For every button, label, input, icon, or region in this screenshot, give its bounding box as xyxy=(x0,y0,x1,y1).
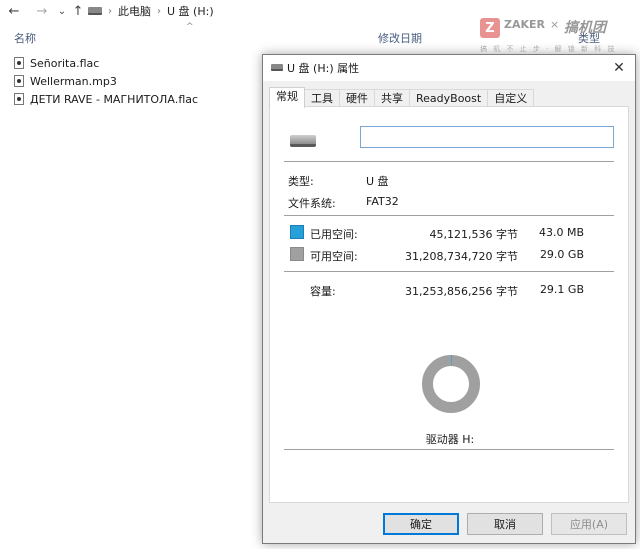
up-arrow-icon[interactable]: ↑ xyxy=(70,3,86,19)
divider xyxy=(284,215,614,216)
watermark-subtitle: 搞 机 不 止 步 · 解 锁 新 科 技 xyxy=(480,45,617,53)
zaker-logo-icon: Z xyxy=(480,18,500,38)
breadcrumb-separator-icon: › xyxy=(157,5,161,17)
apply-button[interactable]: 应用(A) xyxy=(551,513,627,535)
file-system-value: FAT32 xyxy=(366,195,399,208)
tab-general[interactable]: 常规 xyxy=(269,87,305,108)
volume-name-input[interactable] xyxy=(360,126,614,148)
tab-strip: 常规 工具 硬件 共享 ReadyBoost 自定义 xyxy=(269,87,535,108)
capacity-bytes: 31,253,856,256 字节 xyxy=(405,285,518,298)
used-space-size: 43.0 MB xyxy=(538,226,584,239)
back-arrow-icon[interactable]: ← xyxy=(6,3,22,19)
used-space-color-swatch xyxy=(290,225,304,239)
audio-file-icon xyxy=(14,75,24,87)
free-space-size: 29.0 GB xyxy=(539,248,584,261)
divider xyxy=(284,271,614,272)
divider xyxy=(284,161,614,162)
list-item[interactable]: Señorita.flac xyxy=(14,54,198,72)
forward-arrow-icon[interactable]: → xyxy=(34,3,50,19)
close-button[interactable]: ✕ xyxy=(609,58,629,78)
capacity-size: 29.1 GB xyxy=(539,283,584,296)
audio-file-icon xyxy=(14,93,24,105)
dialog-titlebar[interactable]: U 盘 (H:) 属性 ✕ xyxy=(263,55,635,81)
dialog-title: U 盘 (H:) 属性 xyxy=(287,62,360,75)
free-space-ring xyxy=(422,355,480,413)
audio-file-icon xyxy=(14,57,24,69)
used-space-label: 已用空间: xyxy=(310,228,358,241)
capacity-label: 容量: xyxy=(310,285,336,298)
file-name: ДЕТИ RAVE - МАГНИТОЛА.flac xyxy=(30,92,199,106)
column-header-name[interactable]: 名称 xyxy=(14,30,36,46)
breadcrumb-u-drive[interactable]: U 盘 (H:) xyxy=(167,3,214,19)
file-system-label: 文件系统: xyxy=(288,197,336,210)
cancel-button[interactable]: 取消 xyxy=(467,513,543,535)
free-space-bytes: 31,208,734,720 字节 xyxy=(405,250,518,263)
usb-drive-icon xyxy=(290,135,316,147)
drive-icon xyxy=(271,64,283,71)
list-item[interactable]: ДЕТИ RAVE - МАГНИТОЛА.flac xyxy=(14,90,198,108)
breadcrumb[interactable]: › 此电脑 › U 盘 (H:) xyxy=(88,3,214,19)
general-tab-panel: 类型: U 盘 文件系统: FAT32 已用空间: 45,121,536 字节 … xyxy=(269,106,629,503)
space-usage-donut xyxy=(422,355,480,413)
ok-button[interactable]: 确定 xyxy=(383,513,459,535)
watermark-brand: 搞机团 xyxy=(564,20,606,36)
watermark-x: × xyxy=(550,18,560,31)
watermark-logo: Z ZAKER × 搞机团 搞 机 不 止 步 · 解 锁 新 科 技 xyxy=(480,16,630,56)
recent-locations-chevron-icon[interactable]: ⌄ xyxy=(54,3,70,19)
drive-letter-label: 驱动器 H: xyxy=(425,433,475,446)
used-space-bytes: 45,121,536 字节 xyxy=(429,228,518,241)
list-item[interactable]: Wellerman.mp3 xyxy=(14,72,198,90)
sort-ascending-icon: ^ xyxy=(186,22,194,32)
file-name: Wellerman.mp3 xyxy=(30,74,117,88)
free-space-label: 可用空间: xyxy=(310,250,358,263)
file-list: Señorita.flac Wellerman.mp3 ДЕТИ RAVE - … xyxy=(14,54,198,108)
type-label: 类型: xyxy=(288,175,314,188)
divider xyxy=(284,449,614,450)
breadcrumb-separator-icon: › xyxy=(108,5,112,17)
drive-icon xyxy=(88,7,102,15)
free-space-color-swatch xyxy=(290,247,304,261)
watermark-zaker-text: ZAKER xyxy=(504,18,545,31)
breadcrumb-this-pc[interactable]: 此电脑 xyxy=(118,3,151,19)
column-header-modified[interactable]: 修改日期 xyxy=(378,30,422,46)
file-name: Señorita.flac xyxy=(30,56,100,70)
properties-dialog: U 盘 (H:) 属性 ✕ 常规 工具 硬件 共享 ReadyBoost 自定义… xyxy=(262,54,636,544)
type-value: U 盘 xyxy=(366,175,389,188)
